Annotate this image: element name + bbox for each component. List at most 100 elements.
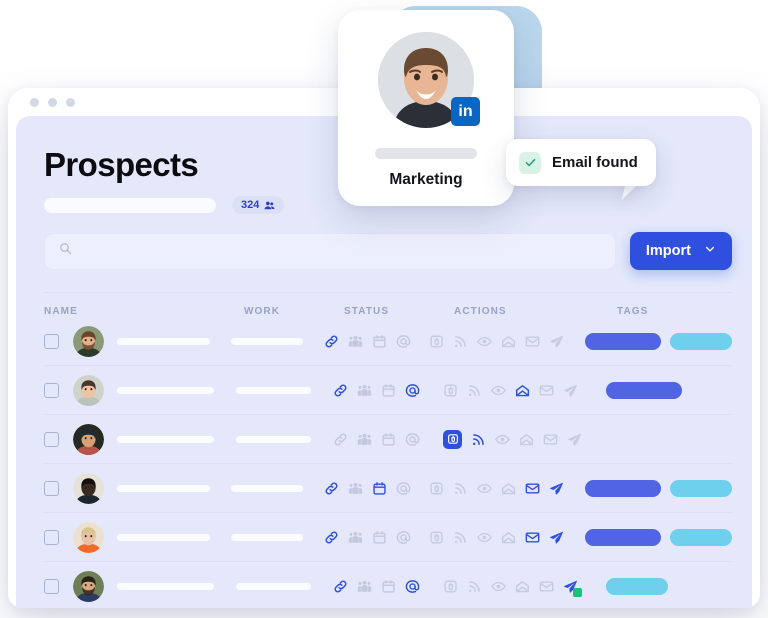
envelope-open-icon[interactable] [515,579,530,594]
envelope-icon[interactable] [525,334,540,349]
link-icon[interactable] [333,383,348,398]
envelope-icon[interactable] [539,383,554,398]
at-icon[interactable] [405,579,420,594]
tag-chip[interactable] [585,479,662,497]
calendar-icon[interactable] [372,481,387,496]
import-button[interactable]: Import [629,232,732,270]
rss-icon[interactable] [467,579,482,594]
envelope-open-icon[interactable] [519,432,534,447]
link-icon[interactable] [333,579,348,594]
people-icon[interactable] [348,530,363,545]
actions-cell [443,579,606,597]
tag-icon[interactable] [443,429,462,449]
at-icon[interactable] [396,334,411,349]
send-icon[interactable] [549,481,564,496]
rss-icon[interactable] [453,481,468,496]
send-icon[interactable] [549,530,564,545]
link-icon[interactable] [324,334,339,349]
row-checkbox[interactable] [44,382,59,398]
calendar-icon[interactable] [381,383,396,398]
envelope-icon[interactable] [539,579,554,594]
envelope-open-icon[interactable] [501,334,516,349]
at-icon[interactable] [396,530,411,545]
link-icon[interactable] [324,481,339,496]
at-icon[interactable] [396,481,411,496]
tag-chip[interactable] [606,381,682,399]
tag-icon[interactable] [429,530,444,545]
envelope-open-icon[interactable] [501,530,516,545]
window-close-dot[interactable] [30,97,39,107]
work-placeholder [236,582,311,590]
search-input[interactable] [44,232,616,270]
rss-icon[interactable] [453,334,468,349]
tags-cell [606,577,732,595]
tag-icon[interactable] [429,481,444,496]
prospect-count-value: 324 [241,199,260,211]
table-row[interactable] [44,415,732,464]
work-placeholder [230,484,303,492]
column-header-name: NAME [44,306,78,317]
send-icon[interactable] [549,334,564,349]
tag-icon[interactable] [429,334,444,349]
row-checkbox[interactable] [44,431,59,447]
row-checkbox[interactable] [44,333,59,349]
window-minimize-dot[interactable] [48,97,57,107]
row-checkbox[interactable] [44,529,59,545]
name-placeholder [117,337,210,345]
people-icon[interactable] [348,334,363,349]
table-row[interactable] [44,317,733,366]
send-icon[interactable] [563,383,578,398]
envelope-open-icon[interactable] [501,481,516,496]
link-icon[interactable] [324,530,339,545]
prospect-count-badge[interactable]: 324 [232,196,285,214]
rss-icon[interactable] [467,383,482,398]
eye-icon[interactable] [491,579,506,594]
at-icon[interactable] [405,383,420,398]
check-icon [519,151,541,174]
tag-chip[interactable] [670,528,733,546]
table-row[interactable] [44,464,733,513]
send-icon[interactable] [567,432,582,447]
envelope-icon[interactable] [543,432,558,447]
rss-icon[interactable] [471,432,486,447]
table-body [36,317,733,608]
table-row[interactable] [44,513,733,562]
link-icon[interactable] [333,432,348,447]
eye-icon[interactable] [477,530,492,545]
tag-chip[interactable] [670,332,733,350]
tag-icon[interactable] [443,383,458,398]
eye-icon[interactable] [477,334,492,349]
table-row[interactable] [44,562,732,608]
people-icon[interactable] [357,579,372,594]
envelope-icon[interactable] [525,481,540,496]
tag-chip[interactable] [585,332,662,350]
people-icon[interactable] [357,383,372,398]
row-checkbox[interactable] [44,480,59,496]
calendar-icon[interactable] [372,530,387,545]
at-icon[interactable] [405,432,420,447]
name-placeholder [117,582,214,590]
linkedin-letters: in [458,102,473,120]
calendar-icon[interactable] [381,579,396,594]
eye-icon[interactable] [491,383,506,398]
envelope-open-icon[interactable] [515,383,530,398]
calendar-icon[interactable] [381,432,396,447]
eye-icon[interactable] [477,481,492,496]
calendar-icon[interactable] [372,334,387,349]
rss-icon[interactable] [453,530,468,545]
tag-chip[interactable] [606,577,668,595]
row-checkbox[interactable] [44,578,59,594]
people-icon[interactable] [348,481,363,496]
people-icon[interactable] [357,432,372,447]
profile-name-placeholder [375,148,477,159]
tag-icon[interactable] [443,579,458,594]
envelope-icon[interactable] [525,530,540,545]
window-maximize-dot[interactable] [66,97,75,107]
send-icon[interactable] [563,579,582,597]
tag-chip[interactable] [585,528,662,546]
tag-chip[interactable] [670,479,733,497]
eye-icon[interactable] [495,432,510,447]
avatar [73,570,104,602]
table-row[interactable] [44,366,732,415]
search-icon [59,242,72,260]
